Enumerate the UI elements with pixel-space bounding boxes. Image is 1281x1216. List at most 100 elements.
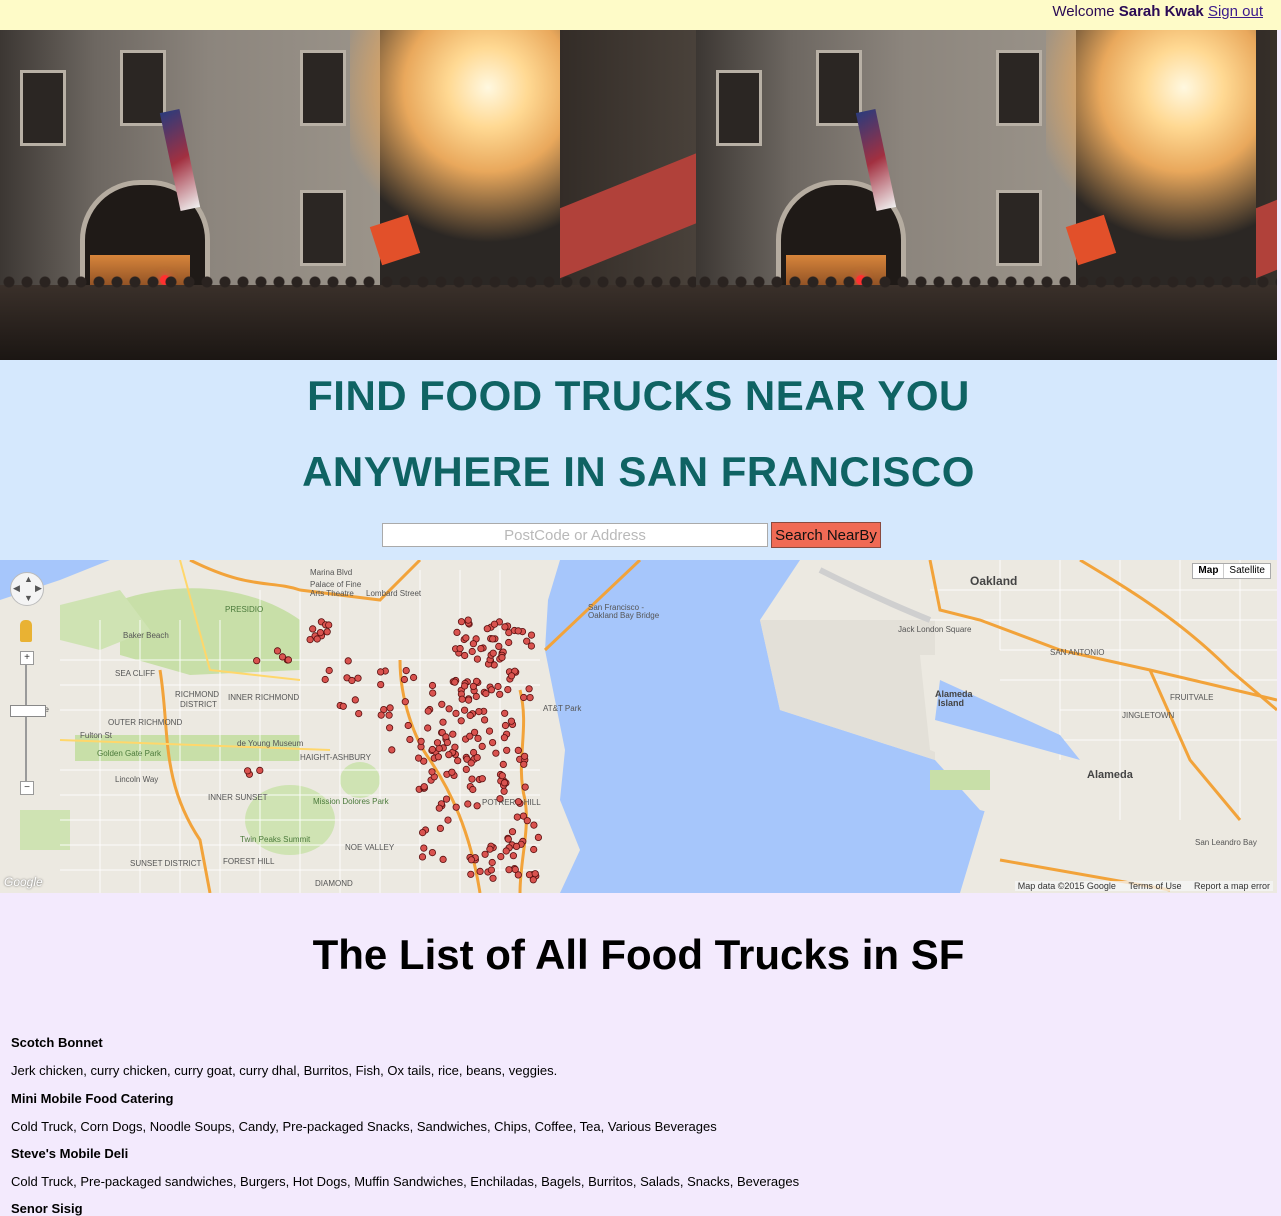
food-truck-marker[interactable]: [316, 629, 324, 637]
food-truck-marker[interactable]: [485, 727, 494, 735]
food-truck-marker[interactable]: [469, 682, 477, 691]
food-truck-marker[interactable]: [462, 634, 470, 642]
search-nearby-button[interactable]: Search NearBy: [771, 522, 881, 548]
food-truck-marker[interactable]: [496, 795, 504, 803]
food-truck-marker[interactable]: [400, 675, 408, 684]
food-truck-marker[interactable]: [406, 735, 414, 744]
food-truck-marker[interactable]: [474, 734, 482, 742]
map-type-control[interactable]: Map Satellite: [1192, 563, 1271, 579]
food-truck-marker[interactable]: [473, 655, 481, 663]
food-truck-marker[interactable]: [428, 848, 436, 857]
food-truck-marker[interactable]: [508, 828, 517, 836]
food-truck-marker[interactable]: [284, 656, 292, 664]
food-truck-marker[interactable]: [523, 637, 531, 645]
food-truck-marker[interactable]: [478, 742, 486, 750]
food-truck-marker[interactable]: [439, 718, 447, 726]
food-truck-marker[interactable]: [498, 772, 506, 780]
food-truck-marker[interactable]: [494, 682, 502, 691]
food-truck-marker[interactable]: [401, 698, 409, 706]
food-truck-marker[interactable]: [504, 835, 512, 843]
food-truck-marker[interactable]: [489, 635, 497, 643]
food-truck-marker[interactable]: [404, 721, 412, 730]
food-truck-marker[interactable]: [514, 746, 522, 754]
food-truck-marker[interactable]: [473, 802, 481, 810]
food-truck-marker[interactable]: [490, 620, 499, 628]
zoom-slider-thumb[interactable]: [10, 705, 46, 717]
food-truck-marker[interactable]: [514, 627, 522, 635]
food-truck-marker[interactable]: [354, 674, 362, 682]
food-truck-marker[interactable]: [388, 746, 396, 754]
food-truck-marker[interactable]: [377, 711, 385, 719]
food-truck-marker[interactable]: [457, 618, 466, 626]
food-truck-marker[interactable]: [273, 647, 282, 655]
food-truck-marker[interactable]: [486, 845, 494, 853]
food-truck-marker[interactable]: [523, 817, 531, 825]
food-truck-marker[interactable]: [501, 721, 510, 730]
food-truck-marker[interactable]: [505, 638, 513, 647]
food-truck-marker[interactable]: [414, 754, 423, 762]
food-truck-marker[interactable]: [476, 867, 484, 875]
food-truck-marker[interactable]: [489, 649, 497, 657]
food-truck-marker[interactable]: [344, 657, 352, 665]
food-truck-marker[interactable]: [488, 858, 496, 867]
food-truck-marker[interactable]: [309, 625, 317, 633]
food-truck-marker[interactable]: [278, 653, 287, 661]
food-truck-marker[interactable]: [385, 724, 394, 732]
food-truck-marker[interactable]: [445, 751, 453, 759]
food-truck-marker[interactable]: [452, 709, 460, 717]
food-truck-marker[interactable]: [505, 866, 513, 874]
food-truck-marker[interactable]: [483, 625, 491, 633]
food-truck-marker[interactable]: [454, 757, 462, 765]
food-truck-marker[interactable]: [376, 668, 385, 676]
food-truck-marker[interactable]: [514, 798, 523, 806]
food-truck-marker[interactable]: [467, 759, 475, 767]
food-truck-marker[interactable]: [325, 666, 333, 675]
food-truck-marker[interactable]: [521, 783, 529, 791]
food-truck-marker[interactable]: [520, 693, 528, 702]
food-truck-marker[interactable]: [386, 704, 394, 712]
food-truck-marker[interactable]: [348, 676, 356, 685]
food-truck-marker[interactable]: [313, 635, 321, 643]
food-truck-marker[interactable]: [424, 707, 432, 715]
food-truck-marker[interactable]: [530, 845, 538, 854]
food-truck-marker[interactable]: [448, 768, 456, 776]
food-truck-marker[interactable]: [339, 702, 347, 710]
sign-out-link[interactable]: Sign out: [1208, 3, 1263, 20]
map-type-satellite[interactable]: Satellite: [1224, 564, 1270, 578]
food-truck-marker[interactable]: [325, 621, 333, 629]
food-truck-marker[interactable]: [452, 803, 460, 811]
food-truck-marker[interactable]: [438, 700, 446, 708]
food-truck-marker[interactable]: [460, 682, 469, 690]
food-truck-marker[interactable]: [321, 675, 329, 684]
food-truck-marker[interactable]: [496, 690, 504, 698]
food-truck-marker[interactable]: [507, 717, 515, 725]
food-truck-marker[interactable]: [434, 753, 442, 761]
food-truck-marker[interactable]: [492, 749, 500, 757]
food-truck-marker[interactable]: [467, 870, 475, 878]
food-truck-marker[interactable]: [451, 678, 459, 686]
food-truck-marker[interactable]: [355, 710, 363, 718]
food-truck-marker[interactable]: [435, 744, 443, 753]
food-truck-marker[interactable]: [472, 692, 480, 701]
map-type-map[interactable]: Map: [1193, 564, 1225, 578]
food-truck-marker[interactable]: [488, 739, 497, 747]
food-truck-marker[interactable]: [256, 766, 264, 774]
terms-of-use-link[interactable]: Terms of Use: [1128, 881, 1181, 891]
food-truck-marker[interactable]: [385, 711, 393, 719]
food-truck-marker[interactable]: [526, 694, 534, 702]
food-truck-marker[interactable]: [420, 844, 428, 852]
food-truck-marker[interactable]: [512, 842, 521, 850]
food-truck-marker[interactable]: [511, 865, 519, 874]
food-truck-marker[interactable]: [503, 746, 511, 754]
food-truck-marker[interactable]: [500, 787, 508, 795]
food-truck-marker[interactable]: [443, 738, 451, 747]
food-truck-marker[interactable]: [418, 828, 427, 837]
food-truck-marker[interactable]: [439, 855, 447, 863]
food-truck-marker[interactable]: [469, 640, 477, 648]
food-truck-marker[interactable]: [457, 717, 465, 725]
map-canvas[interactable]: Marina Blvd Palace of Fine Arts Theatre …: [0, 560, 1277, 893]
search-input[interactable]: [382, 523, 768, 547]
food-truck-marker[interactable]: [444, 816, 452, 824]
food-truck-marker[interactable]: [495, 642, 503, 651]
food-truck-marker[interactable]: [442, 795, 451, 803]
